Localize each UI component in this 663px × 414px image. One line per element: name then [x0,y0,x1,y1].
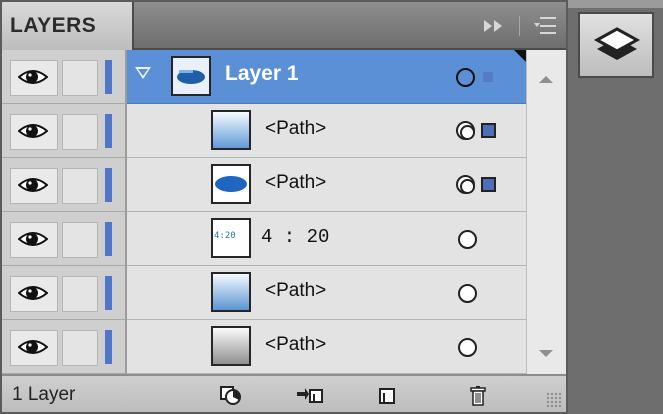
visibility-lock-column [2,266,127,320]
dock-top-strip [568,0,663,8]
eye-icon [18,340,48,354]
resize-grip-icon[interactable] [546,392,562,408]
panel-menu-icon[interactable] [534,17,556,35]
lock-toggle[interactable] [62,222,98,258]
text-thumbnail: 4:20 [211,218,251,258]
layer-color-bar [105,60,112,94]
layer-color-bar [105,168,112,202]
delete-layer-icon [470,386,486,406]
lock-toggle[interactable] [62,114,98,150]
layer-name[interactable]: Layer 1 [225,62,299,86]
visibility-lock-column [2,158,127,212]
target-circle-icon[interactable] [456,68,475,87]
layers-panel-icon [593,27,641,60]
sublayer-name[interactable]: <Path> [265,280,326,302]
layer-color-bar [105,222,112,256]
eye-icon [18,286,48,300]
sublayer-content[interactable]: <Path> [127,320,526,374]
visibility-toggle[interactable] [10,276,58,312]
layer-thumbnail [171,56,211,96]
layer-row-path-1[interactable]: <Path> [2,104,566,158]
sublayer-content[interactable]: 4:20 4 : 20 [127,212,526,266]
create-new-layer-icon [379,388,395,404]
layer-row-path-4[interactable]: <Path> [2,320,566,374]
layer-content-selected[interactable]: Layer 1 [127,50,526,104]
tab-layers-label: LAYERS [10,14,97,37]
lock-toggle[interactable] [62,330,98,366]
panel-tab-bar: LAYERS [2,2,566,50]
create-sublayer-icon [297,388,323,403]
visibility-toggle[interactable] [10,114,58,150]
create-sublayer-button[interactable] [296,384,323,406]
text-thumbnail-label: 4:20 [214,231,236,241]
layer-row-text[interactable]: 4:20 4 : 20 [2,212,566,266]
selected-art-square-icon[interactable] [481,177,496,192]
sublayer-content[interactable]: <Path> [127,266,526,320]
visibility-toggle[interactable] [10,168,58,204]
sublayer-content[interactable]: <Path> [127,158,526,212]
expand-triangle-icon[interactable] [135,67,151,79]
path-thumbnail [211,110,251,150]
target-circle-icon[interactable] [458,284,477,303]
visibility-lock-column [2,50,127,104]
sublayer-content[interactable]: <Path> [127,104,526,158]
layer-color-bar [105,330,112,364]
eye-icon [18,232,48,246]
tab-layers[interactable]: LAYERS [2,2,134,50]
path-thumbnail [211,326,251,366]
visibility-toggle[interactable] [10,330,58,366]
layer-row-path-2[interactable]: <Path> [2,158,566,212]
layer-corner-marker [514,50,526,62]
visibility-toggle[interactable] [10,222,58,258]
eye-icon [18,70,48,84]
layers-list: Layer 1 <Path> <Path> 4:20 4: 20 <Path>… [2,50,566,374]
layer-count: 1 Layer [12,384,76,405]
layers-dock-button[interactable] [578,12,654,78]
layer-row-layer-1[interactable]: Layer 1 [2,50,566,104]
delete-layer-button[interactable] [466,384,492,406]
make-clipping-mask-icon [220,386,241,405]
panel-dock [568,0,663,414]
target-circle-icon[interactable] [458,230,477,249]
scroll-up-arrow-icon[interactable] [539,76,553,83]
visibility-lock-column [2,320,127,374]
selection-indicator [483,72,493,82]
layer-color-bar [105,114,112,148]
scroll-down-arrow-icon[interactable] [539,350,553,357]
panel-header-controls [483,14,556,38]
lock-toggle[interactable] [62,60,98,96]
visibility-lock-column [2,104,127,158]
path-thumbnail [211,272,251,312]
create-new-layer-button[interactable] [374,384,400,406]
sublayer-name[interactable]: 4 : 20 [261,226,329,248]
eye-icon [18,124,48,138]
visibility-toggle[interactable] [10,60,58,96]
layer-row-path-3[interactable]: <Path> [2,266,566,320]
layer-color-bar [105,276,112,310]
double-target-circle-icon[interactable] [456,175,475,194]
sublayer-name[interactable]: <Path> [265,172,326,194]
panel-footer: 1 Layer [2,374,566,412]
target-circle-icon[interactable] [458,338,477,357]
selected-art-square-icon[interactable] [481,123,496,138]
sublayer-name[interactable]: <Path> [265,334,326,356]
header-divider [519,16,520,36]
lock-toggle[interactable] [62,168,98,204]
make-clipping-mask-button[interactable] [218,384,244,406]
eye-icon [18,178,48,192]
path-thumbnail [211,164,251,204]
vertical-scrollbar[interactable] [526,50,566,374]
sublayer-name[interactable]: <Path> [265,118,326,140]
lock-toggle[interactable] [62,276,98,312]
double-target-circle-icon[interactable] [456,121,475,140]
collapse-arrows-icon[interactable] [483,19,505,33]
layers-panel: LAYERS Layer 1 <Path> <Path> 4:20 4: 20… [0,0,568,414]
visibility-lock-column [2,212,127,266]
